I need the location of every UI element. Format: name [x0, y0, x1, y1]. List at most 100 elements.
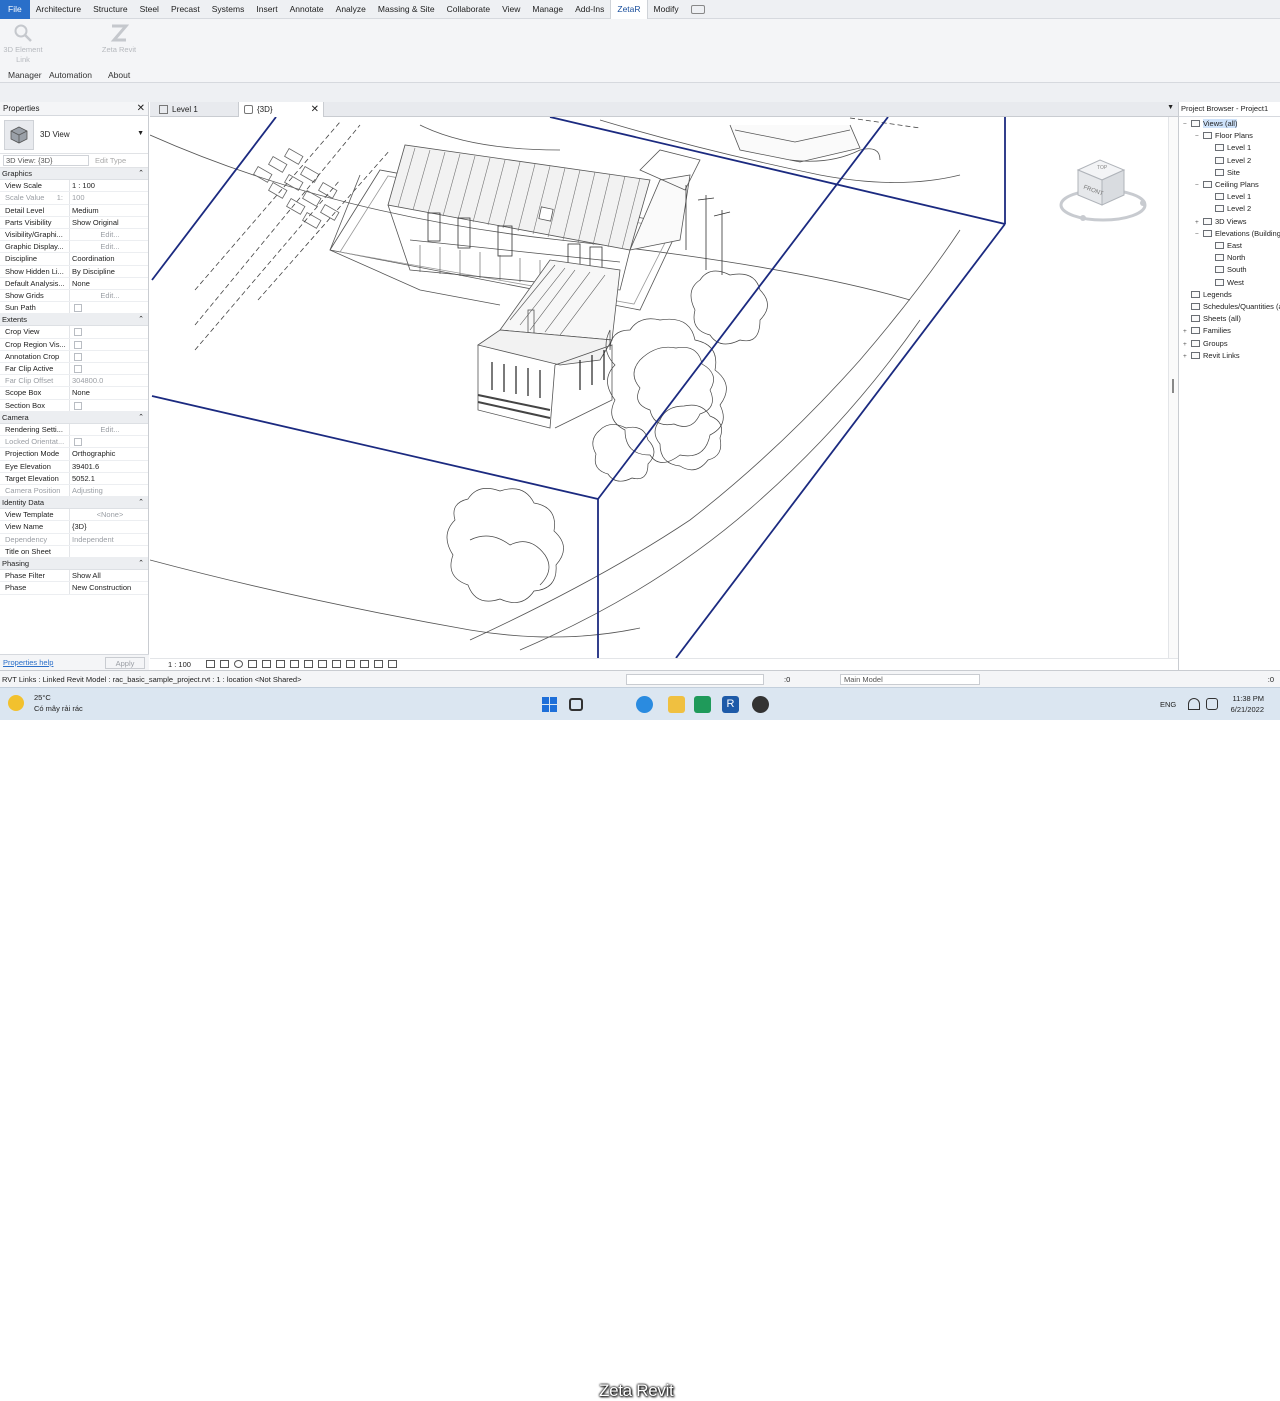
- browser-node[interactable]: Level 2: [1207, 155, 1251, 167]
- property-value[interactable]: [70, 302, 148, 313]
- view-scale[interactable]: 1 : 100: [168, 660, 191, 669]
- browser-node[interactable]: + Groups: [1183, 338, 1228, 350]
- chevron-down-icon[interactable]: ▼: [137, 130, 144, 137]
- panel-about[interactable]: About: [108, 70, 130, 80]
- browser-node[interactable]: − Elevations (Building Elevation): [1195, 228, 1280, 240]
- menu-structure[interactable]: Structure: [87, 0, 134, 19]
- wifi-icon[interactable]: [1188, 698, 1200, 710]
- property-value[interactable]: [70, 546, 148, 557]
- collapse-icon[interactable]: ⌃: [138, 558, 144, 570]
- browser-node[interactable]: − Floor Plans: [1195, 130, 1253, 142]
- lock-view-icon[interactable]: [304, 660, 313, 668]
- chrome-icon[interactable]: [752, 696, 769, 713]
- collapse-icon[interactable]: ⌃: [138, 497, 144, 509]
- vertical-scrollbar[interactable]: [1168, 117, 1178, 658]
- property-value[interactable]: Orthographic: [70, 448, 148, 459]
- file-explorer-icon[interactable]: [668, 696, 685, 713]
- property-value[interactable]: <None>: [70, 509, 148, 520]
- checkbox[interactable]: [74, 328, 82, 337]
- group-header[interactable]: Camera ⌃: [0, 411, 148, 424]
- checkbox[interactable]: [74, 352, 82, 361]
- menu-insert[interactable]: Insert: [250, 0, 283, 19]
- worksharing-icon[interactable]: [346, 660, 355, 668]
- collapse-icon[interactable]: ⌃: [138, 412, 144, 424]
- browser-node[interactable]: Legends: [1183, 289, 1232, 301]
- instance-selector[interactable]: 3D View: {3D}: [3, 155, 89, 166]
- revit-icon[interactable]: R: [722, 696, 739, 713]
- menu-annotate[interactable]: Annotate: [284, 0, 330, 19]
- expand-icon[interactable]: +: [1183, 351, 1191, 363]
- properties-help-link[interactable]: Properties help: [3, 658, 53, 667]
- menu-modify[interactable]: Modify: [648, 0, 685, 19]
- language-indicator[interactable]: ENG: [1160, 700, 1176, 709]
- collapse-icon[interactable]: −: [1195, 180, 1203, 192]
- menu-steel[interactable]: Steel: [134, 0, 165, 19]
- checkbox[interactable]: [74, 365, 82, 374]
- sun-path-icon[interactable]: [234, 660, 243, 668]
- constraints-icon[interactable]: [388, 660, 397, 668]
- scroll-thumb[interactable]: [1172, 379, 1174, 393]
- collapse-icon[interactable]: ⌃: [138, 168, 144, 180]
- group-header[interactable]: Extents ⌃: [0, 314, 148, 327]
- property-value[interactable]: 100: [70, 192, 148, 203]
- browser-node[interactable]: Level 2: [1207, 203, 1251, 215]
- menu-systems[interactable]: Systems: [206, 0, 251, 19]
- windows-start-icon[interactable]: [541, 696, 558, 713]
- browser-node[interactable]: Level 1: [1207, 191, 1251, 203]
- collapse-icon[interactable]: −: [1183, 119, 1191, 131]
- menu-analyze[interactable]: Analyze: [330, 0, 372, 19]
- property-value[interactable]: 304800.0: [70, 375, 148, 386]
- property-value[interactable]: [70, 326, 148, 337]
- volume-icon[interactable]: [1206, 698, 1218, 710]
- browser-node[interactable]: Site: [1207, 167, 1240, 179]
- property-value[interactable]: [70, 436, 148, 447]
- property-value[interactable]: 39401.6: [70, 461, 148, 472]
- group-header[interactable]: Phasing ⌃: [0, 558, 148, 571]
- browser-node[interactable]: Sheets (all): [1183, 313, 1241, 325]
- menu-file[interactable]: File: [0, 0, 30, 19]
- browser-node[interactable]: North: [1207, 252, 1245, 264]
- analytical-icon[interactable]: [360, 660, 369, 668]
- property-value[interactable]: None: [70, 278, 148, 289]
- property-value[interactable]: Edit...: [70, 241, 148, 252]
- property-value[interactable]: {3D}: [70, 521, 148, 532]
- checkbox[interactable]: [74, 340, 82, 349]
- browser-node[interactable]: East: [1207, 240, 1242, 252]
- weather-widget[interactable]: 25°C Có mây rải rác: [8, 692, 83, 714]
- menu-architecture[interactable]: Architecture: [30, 0, 87, 19]
- property-value[interactable]: None: [70, 387, 148, 398]
- collapse-icon[interactable]: −: [1195, 229, 1203, 241]
- render-icon[interactable]: [262, 660, 271, 668]
- tab-3d[interactable]: {3D} ✕: [238, 102, 324, 117]
- ribbon-toggle-icon[interactable]: [690, 4, 705, 14]
- close-icon[interactable]: ✕: [311, 102, 319, 117]
- apply-button[interactable]: Apply: [105, 657, 145, 669]
- panel-automation[interactable]: Automation: [49, 70, 92, 80]
- property-value[interactable]: New Construction: [70, 582, 148, 593]
- group-header[interactable]: Identity Data ⌃: [0, 497, 148, 510]
- checkbox[interactable]: [74, 304, 82, 313]
- chevron-down-icon[interactable]: ▼: [1167, 104, 1174, 111]
- task-view-icon[interactable]: [569, 698, 583, 711]
- property-value[interactable]: Adjusting: [70, 485, 148, 496]
- property-value[interactable]: Show All: [70, 570, 148, 581]
- property-value[interactable]: Coordination: [70, 253, 148, 264]
- crop-region-icon[interactable]: [290, 660, 299, 668]
- property-value[interactable]: [70, 363, 148, 374]
- browser-node[interactable]: − Ceiling Plans: [1195, 179, 1259, 191]
- workset-selector[interactable]: [626, 674, 764, 685]
- detail-level-icon[interactable]: [206, 660, 215, 668]
- visual-style-icon[interactable]: [220, 660, 229, 668]
- browser-node[interactable]: + Families: [1183, 325, 1231, 337]
- menu-zetar[interactable]: ZetaR: [610, 0, 648, 19]
- zeta-revit-button[interactable]: Zeta Revit: [97, 23, 141, 55]
- panel-manager[interactable]: Manager: [8, 70, 42, 80]
- property-value[interactable]: Edit...: [70, 424, 148, 435]
- edge-browser-icon[interactable]: [636, 696, 653, 713]
- view-cube[interactable]: TOP FRONT: [1059, 159, 1147, 222]
- highlight-icon[interactable]: [374, 660, 383, 668]
- browser-node[interactable]: Level 1: [1207, 142, 1251, 154]
- element-link-button[interactable]: 3D Element Link: [1, 23, 45, 65]
- 3d-viewport[interactable]: TOP FRONT: [150, 117, 1168, 658]
- menu-collaborate[interactable]: Collaborate: [441, 0, 496, 19]
